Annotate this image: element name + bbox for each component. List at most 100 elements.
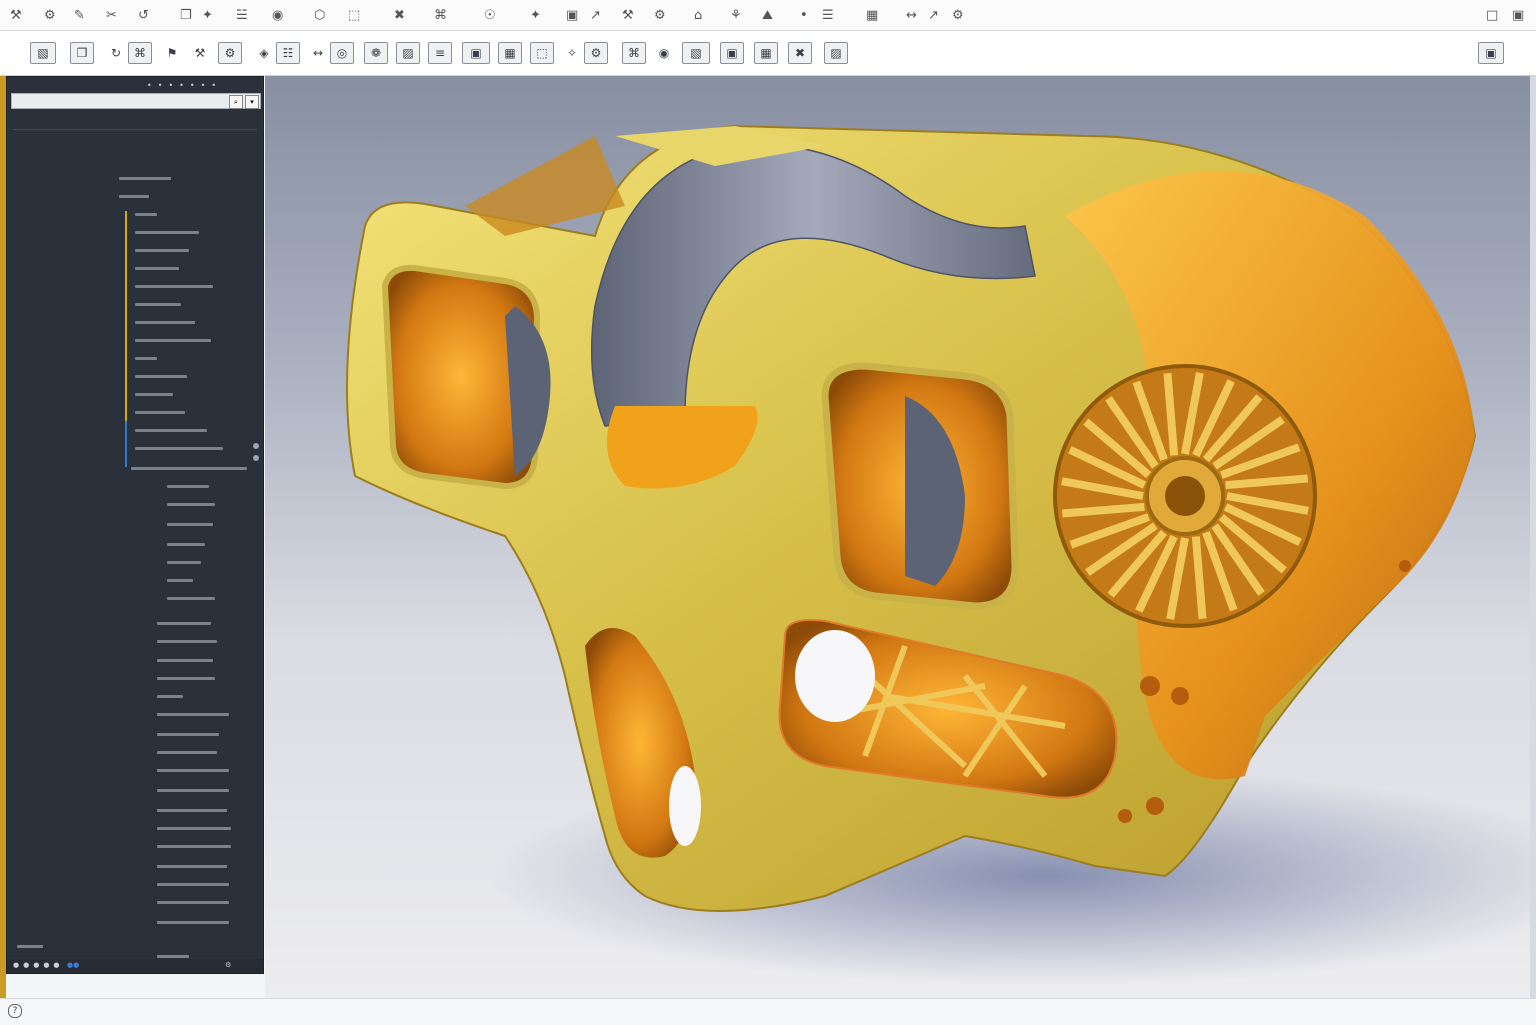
thread-icon[interactable]: ❁ bbox=[364, 42, 388, 64]
tree-item[interactable] bbox=[119, 195, 149, 198]
tree-item[interactable] bbox=[135, 267, 179, 270]
menu-icon[interactable]: ⚘ bbox=[730, 6, 742, 24]
menu-icon[interactable]: ▣ bbox=[566, 6, 578, 24]
section-icon[interactable]: ▨ bbox=[396, 42, 420, 64]
loft-icon[interactable]: ⚑ bbox=[160, 42, 184, 64]
sweep-icon[interactable]: ⌘ bbox=[128, 42, 152, 64]
window-icon[interactable]: □ bbox=[1486, 6, 1498, 24]
tree-item[interactable] bbox=[167, 485, 209, 488]
assemble-icon[interactable]: ⌘ bbox=[622, 42, 646, 64]
hole-icon[interactable]: ◎ bbox=[330, 42, 354, 64]
menu-icon[interactable]: ↗ bbox=[928, 6, 939, 24]
tree-item[interactable] bbox=[157, 901, 229, 904]
scroll-marker[interactable] bbox=[253, 455, 259, 461]
select-icon[interactable]: ▦ bbox=[754, 42, 778, 64]
tree-item[interactable] bbox=[157, 659, 213, 662]
tree-item[interactable] bbox=[135, 375, 187, 378]
tree-item[interactable] bbox=[167, 561, 201, 564]
tree-item[interactable] bbox=[131, 467, 247, 470]
view-icon[interactable]: ▨ bbox=[824, 42, 848, 64]
tree-item[interactable] bbox=[157, 955, 189, 958]
revolve-icon[interactable]: ↻ bbox=[104, 42, 128, 64]
menu-icon[interactable]: ☱ bbox=[236, 6, 248, 24]
menu-icon[interactable]: ✂ bbox=[106, 6, 117, 24]
menu-icon[interactable]: ⚙ bbox=[654, 6, 666, 24]
mirror-icon[interactable]: ↔ bbox=[306, 42, 330, 64]
tree-item[interactable] bbox=[157, 677, 215, 680]
chamfer-icon[interactable]: ⚙ bbox=[218, 42, 242, 64]
menu-icon[interactable]: ✖ bbox=[394, 6, 405, 24]
menu-icon[interactable]: • bbox=[800, 6, 808, 24]
menu-icon[interactable]: ↔ bbox=[906, 6, 917, 24]
menu-icon[interactable]: ⌘ bbox=[434, 6, 447, 24]
tree-item[interactable] bbox=[157, 809, 227, 812]
tree-item[interactable] bbox=[167, 523, 213, 526]
tree-item[interactable] bbox=[135, 303, 181, 306]
3d-viewport[interactable] bbox=[265, 76, 1536, 998]
tree-item[interactable] bbox=[135, 285, 213, 288]
generative-icon[interactable]: ✧ bbox=[560, 42, 584, 64]
menu-icon[interactable]: ⛰ bbox=[762, 6, 773, 24]
tree-item[interactable] bbox=[157, 769, 229, 772]
menu-icon[interactable]: ◉ bbox=[272, 6, 283, 24]
menu-icon[interactable]: ❐ bbox=[180, 6, 192, 24]
insert-icon[interactable]: ▣ bbox=[720, 42, 744, 64]
tree-item[interactable] bbox=[135, 249, 189, 252]
tree-item[interactable] bbox=[157, 751, 217, 754]
footer-active-icon[interactable]: ●● bbox=[67, 961, 79, 969]
menu-icon[interactable]: ↺ bbox=[138, 6, 149, 24]
menu-icon[interactable]: ✦ bbox=[202, 6, 213, 24]
scroll-marker[interactable] bbox=[253, 443, 259, 449]
display-icon[interactable]: ✖ bbox=[788, 42, 812, 64]
tree-item[interactable] bbox=[135, 213, 157, 216]
joint-icon[interactable]: ◉ bbox=[652, 42, 676, 64]
app-menu-icon[interactable]: ⚒ bbox=[10, 6, 22, 24]
tree-item[interactable] bbox=[157, 789, 229, 792]
menu-icon[interactable]: ✦ bbox=[530, 6, 541, 24]
inspect-icon[interactable]: ▧ bbox=[682, 42, 710, 64]
sketch-icon[interactable]: ▧ bbox=[30, 42, 56, 64]
menu-icon[interactable]: ☰ bbox=[822, 6, 834, 24]
menu-icon[interactable]: ↗ bbox=[590, 6, 601, 24]
tree-item[interactable] bbox=[135, 393, 173, 396]
menu-icon[interactable]: ⚙ bbox=[44, 6, 56, 24]
menu-icon[interactable]: ▦ bbox=[866, 6, 878, 24]
panel-search-icon[interactable]: ⌕ bbox=[229, 95, 243, 109]
tree-item[interactable] bbox=[17, 945, 43, 948]
tree-item[interactable] bbox=[157, 695, 183, 698]
tree-item[interactable] bbox=[167, 503, 215, 506]
panel-filter-icon[interactable]: ▾ bbox=[245, 95, 259, 109]
menu-icon[interactable]: ⬚ bbox=[348, 6, 360, 24]
footer-settings-icon[interactable]: ⚙ bbox=[225, 961, 231, 969]
tree-item[interactable] bbox=[167, 543, 205, 546]
window-icon[interactable]: ▣ bbox=[1512, 6, 1524, 24]
tree-item[interactable] bbox=[157, 622, 211, 625]
tree-item[interactable] bbox=[119, 177, 171, 180]
fillet-icon[interactable]: ⚒ bbox=[188, 42, 212, 64]
render-icon[interactable]: ▣ bbox=[462, 42, 490, 64]
tree-item[interactable] bbox=[157, 883, 229, 886]
menu-icon[interactable]: ⚒ bbox=[622, 6, 634, 24]
tree-item[interactable] bbox=[135, 447, 223, 450]
tree-item[interactable] bbox=[135, 339, 211, 342]
tree-item[interactable] bbox=[135, 231, 199, 234]
menu-icon[interactable]: ⌂ bbox=[694, 6, 702, 24]
lattice-icon[interactable]: ⬚ bbox=[530, 42, 554, 64]
tree-item[interactable] bbox=[157, 733, 219, 736]
menu-icon[interactable]: ⚙ bbox=[952, 6, 964, 24]
tree-item[interactable] bbox=[157, 921, 229, 924]
panel-controls[interactable]: ••••••• bbox=[147, 81, 222, 90]
tree-item[interactable] bbox=[157, 845, 231, 848]
tree-item[interactable] bbox=[167, 579, 193, 582]
tree-item[interactable] bbox=[157, 827, 231, 830]
menu-icon[interactable]: ✎ bbox=[74, 6, 85, 24]
mesh-icon[interactable]: ▦ bbox=[498, 42, 522, 64]
tree-item[interactable] bbox=[157, 713, 229, 716]
tree-item[interactable] bbox=[157, 865, 227, 868]
measure-icon[interactable]: ≡ bbox=[428, 42, 452, 64]
tree-item[interactable] bbox=[135, 429, 207, 432]
tree-item[interactable] bbox=[157, 640, 217, 643]
tree-item[interactable] bbox=[167, 597, 215, 600]
help-icon[interactable]: ? bbox=[8, 1004, 22, 1018]
shell-icon[interactable]: ◈ bbox=[252, 42, 276, 64]
